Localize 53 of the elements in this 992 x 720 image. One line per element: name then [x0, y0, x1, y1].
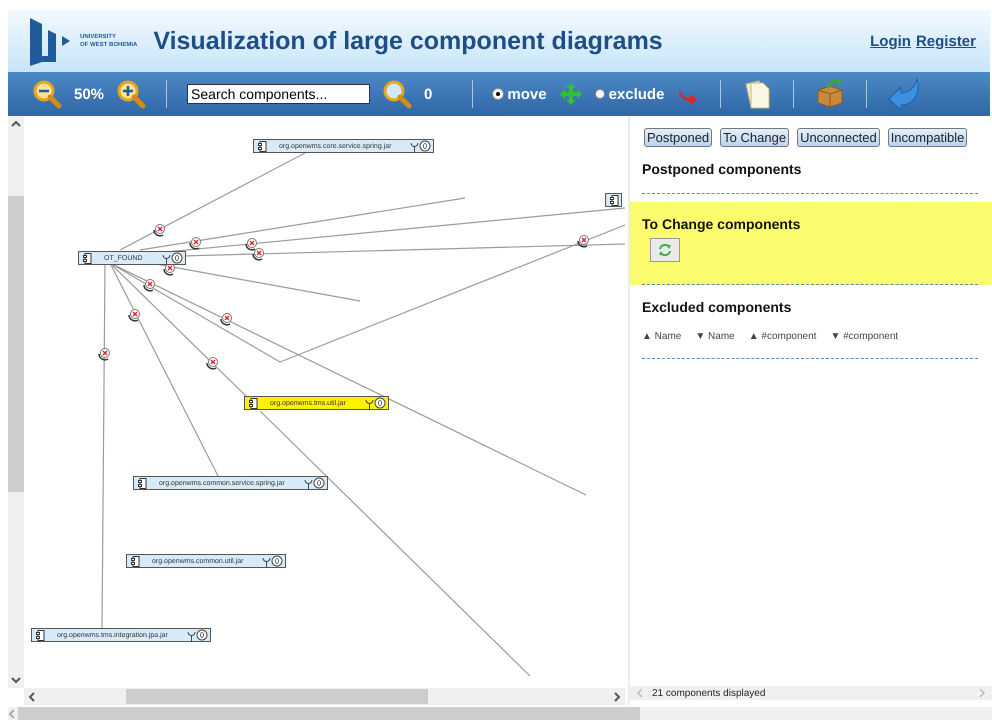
zoom-out-icon[interactable]: [32, 79, 62, 109]
section-title: Excluded components: [642, 299, 792, 315]
filter-button[interactable]: To Change: [720, 128, 790, 147]
result-count: 0: [424, 86, 432, 102]
component-icon: [249, 398, 258, 408]
search-icon[interactable]: [382, 79, 412, 109]
error-marker-icon: [153, 224, 165, 237]
component-icon: [131, 556, 140, 566]
component-icon: [138, 478, 147, 488]
error-marker-icon: [252, 248, 264, 261]
interface-icon: [409, 140, 432, 152]
component-node[interactable]: [605, 193, 622, 207]
error-marker-icon: [98, 348, 110, 361]
vertical-scrollbar[interactable]: [8, 116, 24, 688]
page-title: Visualization of large component diagrams: [153, 26, 664, 56]
page-scrollbar[interactable]: [8, 707, 992, 720]
error-marker-icon: [128, 309, 140, 322]
component-icon: [610, 194, 619, 206]
interface-icon: [186, 628, 208, 642]
component-icon: [83, 252, 92, 264]
header-link[interactable]: Register: [916, 32, 976, 50]
radio-button[interactable]: [594, 89, 605, 99]
sort-link[interactable]: ▲ #component: [748, 331, 816, 342]
component-icon: [258, 140, 267, 152]
zoom-level: 50%: [74, 86, 104, 102]
interface-icon: [261, 554, 284, 568]
refresh-icon: [657, 242, 673, 258]
filter-button[interactable]: Unconnected: [797, 128, 880, 147]
header-link[interactable]: Login: [870, 32, 911, 50]
interface-icon: [364, 396, 386, 410]
interface-icon: [160, 252, 182, 264]
filter-button[interactable]: Postponed: [644, 128, 712, 147]
error-marker-icon: [189, 237, 201, 250]
sort-link[interactable]: ▼ Name: [695, 331, 735, 342]
interface-icon: [302, 476, 325, 490]
sort-link[interactable]: ▼ #component: [830, 331, 898, 342]
search-field[interactable]: Search components...: [187, 84, 370, 104]
horizontal-scrollbar[interactable]: [24, 688, 625, 705]
section-title: Postponed components: [642, 161, 802, 177]
sort-link[interactable]: ▲ Name: [642, 331, 682, 342]
error-marker-icon: [577, 235, 589, 248]
zoom-in-icon[interactable]: [116, 79, 146, 109]
error-marker-icon: [206, 357, 218, 370]
error-marker-icon: [143, 279, 155, 292]
filter-button[interactable]: Incompatible: [888, 128, 968, 147]
section-title: To Change components: [642, 216, 802, 232]
mode-radio[interactable]: move: [493, 86, 547, 102]
error-marker-icon: [245, 238, 257, 251]
component-icon: [36, 630, 45, 640]
mode-radio[interactable]: exclude: [594, 86, 664, 102]
status-text: 21 components displayed: [652, 688, 766, 698]
error-marker-icon: [220, 313, 232, 326]
move-arrows-icon: [558, 82, 583, 106]
